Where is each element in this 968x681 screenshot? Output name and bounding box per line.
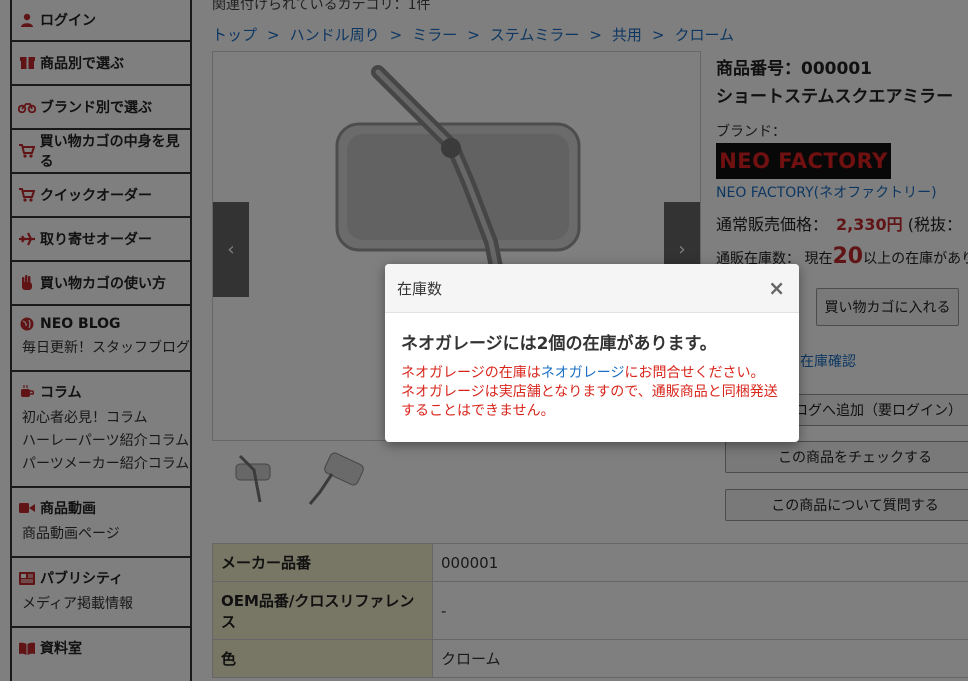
modal-header: 在庫数 × xyxy=(385,264,799,313)
modal-note-text: にお問合せください。 xyxy=(624,365,765,381)
modal-headline: ネオガレージには2個の在庫があります。 xyxy=(401,334,717,354)
modal-title: 在庫数 xyxy=(397,279,443,298)
modal-note: ネオガレージの在庫はネオガレージにお問合せください。 ネオガレージは実店舗となり… xyxy=(401,364,785,421)
modal-body: ネオガレージには2個の在庫があります。 ネオガレージの在庫はネオガレージにお問合… xyxy=(385,313,799,421)
modal-note-text: ネオガレージは実店舗となりますので、通販商品と同梱発送することはできません。 xyxy=(401,384,778,419)
modal-note-text: ネオガレージの在庫は xyxy=(401,365,541,381)
stock-modal: 在庫数 × ネオガレージには2個の在庫があります。 ネオガレージの在庫はネオガレ… xyxy=(385,264,799,442)
store-link[interactable]: ネオガレージ xyxy=(541,365,625,381)
close-icon[interactable]: × xyxy=(768,276,785,300)
